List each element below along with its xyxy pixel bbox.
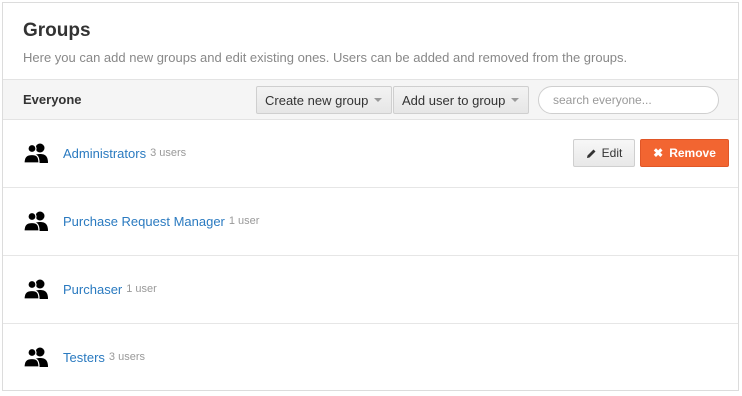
group-list: Administrators 3 users Edit ✖ Remove Pur… [3,120,738,392]
page-title: Groups [23,20,91,41]
toolbar-label: Everyone [23,92,82,107]
caret-down-icon [374,98,383,102]
group-icon [23,143,48,163]
group-row: Testers 3 users [3,324,738,392]
add-user-to-group-label: Add user to group [402,92,506,108]
edit-label: Edit [601,146,623,160]
group-user-count: 3 users [150,147,187,159]
group-icon [23,279,48,299]
group-row: Purchaser 1 user [3,256,738,324]
search-input[interactable] [538,86,719,114]
close-icon: ✖ [653,146,664,160]
page-header: Groups Here you can add new groups and e… [3,3,738,79]
toolbar: Everyone Create new group Add user to gr… [3,79,738,120]
caret-down-icon [511,98,520,102]
group-link[interactable]: Purchase Request Manager [63,214,225,229]
group-link[interactable]: Testers [63,350,105,365]
group-row: Administrators 3 users Edit ✖ Remove [3,120,738,188]
group-row: Purchase Request Manager 1 user [3,188,738,256]
group-user-count: 1 user [126,283,157,295]
create-new-group-label: Create new group [265,92,369,108]
group-icon [23,347,48,367]
edit-button[interactable]: Edit [573,139,635,167]
groups-panel: Groups Here you can add new groups and e… [2,2,739,391]
create-new-group-button[interactable]: Create new group [256,86,393,114]
remove-button[interactable]: ✖ Remove [640,139,729,167]
remove-label: Remove [669,146,716,160]
page-subtitle: Here you can add new groups and edit exi… [23,50,628,65]
group-user-count: 3 users [108,351,145,363]
group-user-count: 1 user [228,215,260,227]
group-link[interactable]: Administrators [63,146,146,161]
group-link[interactable]: Purchaser [63,282,122,297]
add-user-to-group-button[interactable]: Add user to group [393,86,530,114]
group-icon [23,211,48,231]
pencil-icon [586,149,596,158]
